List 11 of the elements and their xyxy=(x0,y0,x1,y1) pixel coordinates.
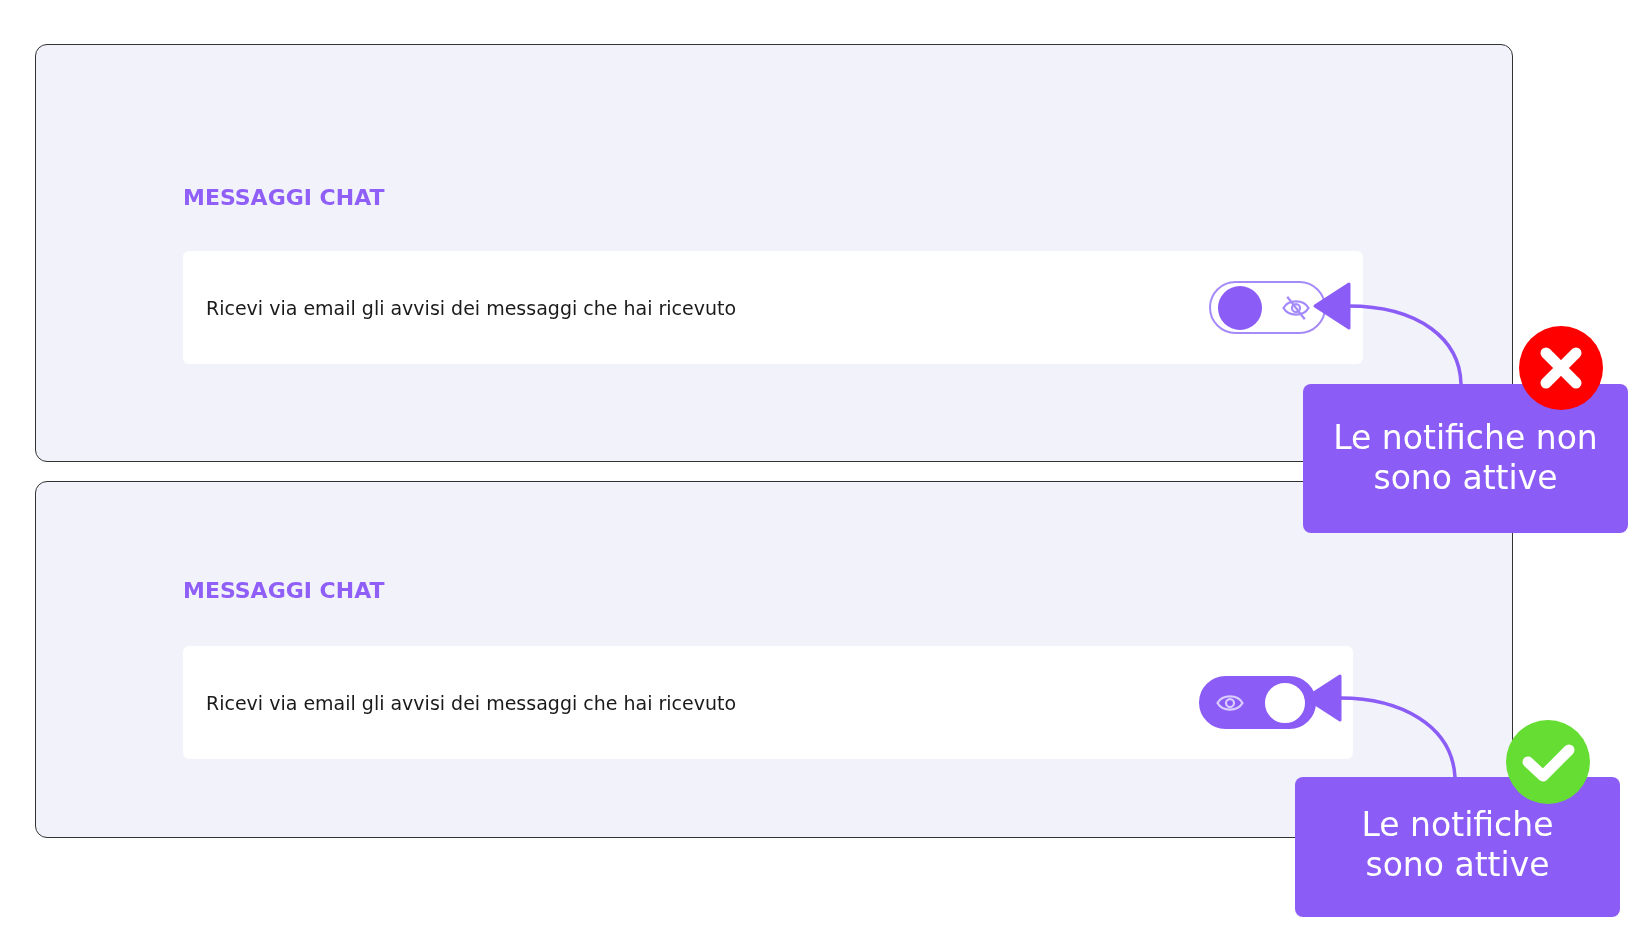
callout-text: Le notifiche non sono attive xyxy=(1332,418,1599,499)
section-heading: MESSAGGI CHAT xyxy=(183,185,386,211)
error-icon xyxy=(1519,326,1603,410)
check-icon xyxy=(1506,720,1590,804)
toggle-knob xyxy=(1218,285,1262,330)
setting-label: Ricevi via email gli avvisi dei messaggi che hai ricevuto xyxy=(206,691,737,714)
callout-text: Le notifiche sono attive xyxy=(1360,805,1555,886)
toggle-switch[interactable] xyxy=(1209,281,1326,334)
section-heading: MESSAGGI CHAT xyxy=(183,578,386,604)
toggle-knob xyxy=(1263,680,1307,725)
setting-label: Ricevi via email gli avvisi dei messaggi che hai ricevuto xyxy=(206,296,737,319)
